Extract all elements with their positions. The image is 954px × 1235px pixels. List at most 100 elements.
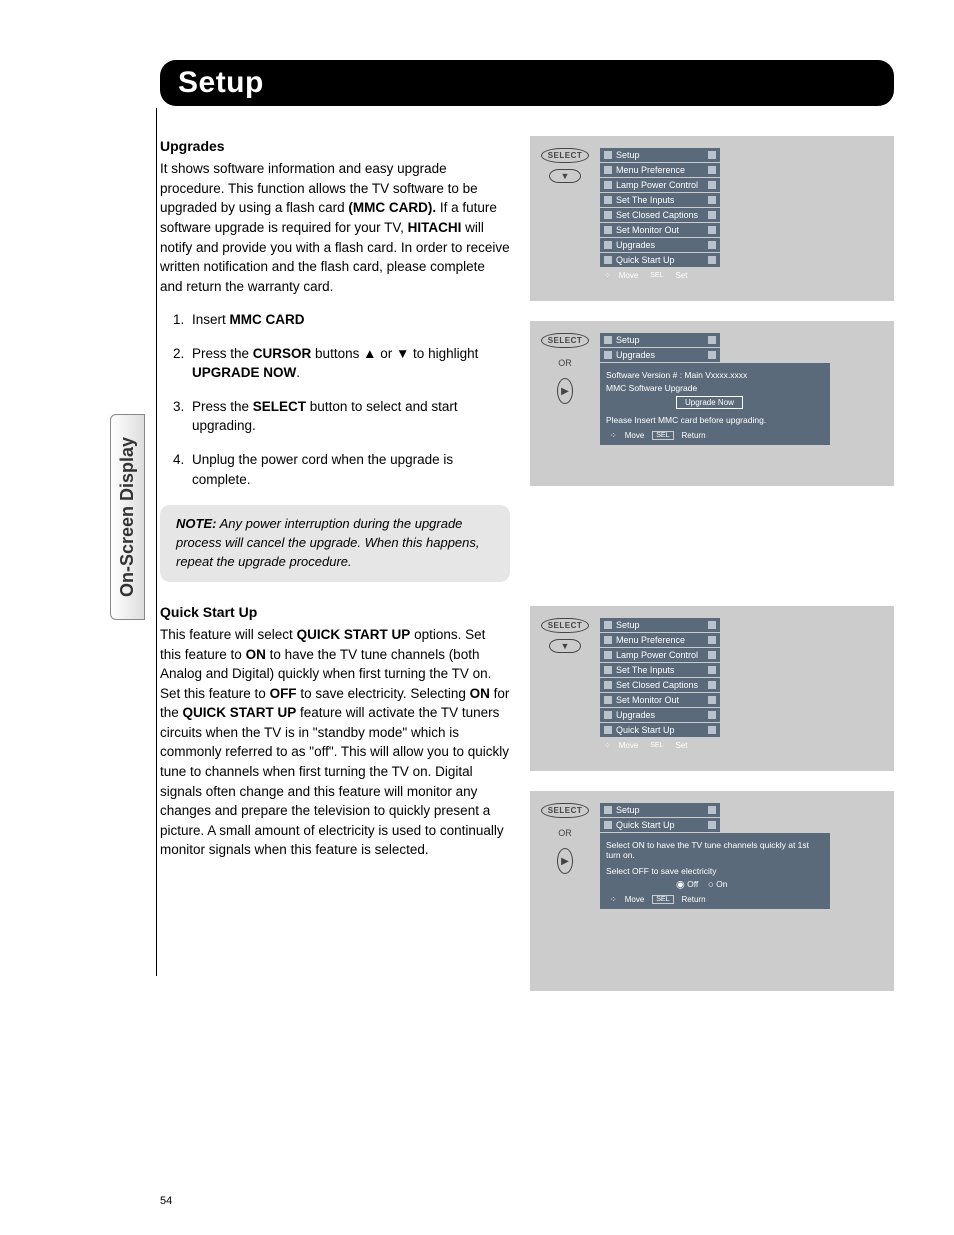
flag-icon: [604, 726, 612, 734]
menu-item[interactable]: Set The Inputs: [600, 193, 720, 207]
move-arrows-icon: ⁘: [610, 431, 617, 440]
menu-item[interactable]: Lamp Power Control: [600, 648, 720, 662]
osd-header: Setup: [600, 148, 720, 162]
or-label: OR: [558, 828, 572, 838]
upgrade-steps: Insert MMC CARD Press the CURSOR buttons…: [170, 310, 510, 489]
menu-item[interactable]: Set Monitor Out: [600, 693, 720, 707]
flag-icon: [708, 226, 716, 234]
title-bar: Setup: [160, 60, 894, 106]
select-button[interactable]: SELECT: [541, 148, 590, 163]
menu-item[interactable]: Lamp Power Control: [600, 178, 720, 192]
menu-item[interactable]: Set The Inputs: [600, 663, 720, 677]
flag-icon: [708, 636, 716, 644]
move-arrows-icon: ⁘: [610, 895, 617, 904]
flag-icon: [604, 636, 612, 644]
osd-footer: ⁘MoveSELSet: [600, 738, 800, 753]
page-title: Setup: [178, 66, 876, 100]
flag-icon: [604, 166, 612, 174]
flag-icon: [708, 336, 716, 344]
radio-off-icon[interactable]: ◉: [676, 879, 685, 890]
side-tab: On-Screen Display: [110, 414, 145, 620]
flag-icon: [604, 696, 612, 704]
flag-icon: [604, 181, 612, 189]
flag-icon: [604, 151, 612, 159]
flag-icon: [604, 211, 612, 219]
menu-item[interactable]: Upgrades: [600, 708, 720, 722]
select-button[interactable]: SELECT: [541, 803, 590, 818]
flag-icon: [604, 241, 612, 249]
note-text: Any power interruption during the upgrad…: [176, 516, 480, 569]
flag-icon: [708, 211, 716, 219]
flag-icon: [708, 151, 716, 159]
upgrades-heading: Upgrades: [160, 136, 510, 156]
or-label: OR: [558, 358, 572, 368]
mmc-upgrade-label: MMC Software Upgrade: [606, 383, 824, 393]
right-button[interactable]: ▶: [557, 848, 573, 874]
step-2: Press the CURSOR buttons ▲ or ▼ to highl…: [188, 344, 510, 383]
flag-icon: [604, 351, 612, 359]
sel-badge: SEL: [646, 741, 667, 750]
step-4: Unplug the power cord when the upgrade i…: [188, 450, 510, 489]
radio-row: ◉ Off ○ On: [676, 879, 824, 890]
breadcrumb-row: Upgrades: [600, 348, 720, 362]
menu-item[interactable]: Menu Preference: [600, 163, 720, 177]
move-arrows-icon: ⁘: [604, 271, 611, 280]
flag-icon: [604, 806, 612, 814]
step-1: Insert MMC CARD: [188, 310, 510, 330]
osd-panel-quickstart: SELECT OR ▶ Setup Quick Start Up Select …: [530, 791, 894, 991]
menu-item[interactable]: Upgrades: [600, 238, 720, 252]
flag-icon: [604, 821, 612, 829]
right-button[interactable]: ▶: [557, 378, 573, 404]
menu-item[interactable]: Menu Preference: [600, 633, 720, 647]
flag-icon: [708, 726, 716, 734]
flag-icon: [708, 256, 716, 264]
move-arrows-icon: ⁘: [604, 741, 611, 750]
flag-icon: [708, 666, 716, 674]
osd-footer: ⁘MoveSELReturn: [606, 892, 824, 907]
flag-icon: [604, 196, 612, 204]
radio-on-icon[interactable]: ○: [708, 879, 714, 890]
sel-badge: SEL: [652, 431, 673, 440]
note-label: NOTE:: [176, 516, 216, 531]
menu-item[interactable]: Quick Start Up: [600, 253, 720, 267]
flag-icon: [604, 666, 612, 674]
note-box: NOTE: Any power interruption during the …: [160, 505, 510, 582]
osd-panel-setup-menu-1: SELECT ▼ Setup Menu Preference Lamp Powe…: [530, 136, 894, 301]
quickstart-off-msg: Select OFF to save electricity: [606, 866, 824, 876]
osd-header: Setup: [600, 333, 720, 347]
flag-icon: [708, 351, 716, 359]
select-button[interactable]: SELECT: [541, 618, 590, 633]
flag-icon: [708, 181, 716, 189]
osd-header: Setup: [600, 618, 720, 632]
flag-icon: [708, 711, 716, 719]
flag-icon: [708, 651, 716, 659]
flag-icon: [708, 241, 716, 249]
sel-badge: SEL: [652, 895, 673, 904]
quickstart-on-msg: Select ON to have the TV tune channels q…: [606, 840, 824, 860]
flag-icon: [708, 696, 716, 704]
osd-header: Setup: [600, 803, 720, 817]
flag-icon: [708, 681, 716, 689]
quickstart-heading: Quick Start Up: [160, 602, 510, 622]
flag-icon: [604, 256, 612, 264]
upgrade-now-button[interactable]: Upgrade Now: [676, 396, 743, 409]
flag-icon: [708, 196, 716, 204]
flag-icon: [604, 681, 612, 689]
osd-footer: ⁘MoveSELReturn: [606, 428, 824, 443]
menu-item[interactable]: Set Closed Captions: [600, 208, 720, 222]
flag-icon: [604, 621, 612, 629]
menu-item[interactable]: Quick Start Up: [600, 723, 720, 737]
down-button[interactable]: ▼: [549, 639, 581, 653]
select-button[interactable]: SELECT: [541, 333, 590, 348]
flag-icon: [604, 226, 612, 234]
page-number: 54: [160, 1195, 172, 1207]
down-button[interactable]: ▼: [549, 169, 581, 183]
menu-item[interactable]: Set Monitor Out: [600, 223, 720, 237]
osd-footer: ⁘MoveSELSet: [600, 268, 800, 283]
insert-card-msg: Please Insert MMC card before upgrading.: [606, 415, 824, 425]
flag-icon: [604, 336, 612, 344]
flag-icon: [604, 651, 612, 659]
breadcrumb-row: Quick Start Up: [600, 818, 720, 832]
menu-item[interactable]: Set Closed Captions: [600, 678, 720, 692]
flag-icon: [604, 711, 612, 719]
